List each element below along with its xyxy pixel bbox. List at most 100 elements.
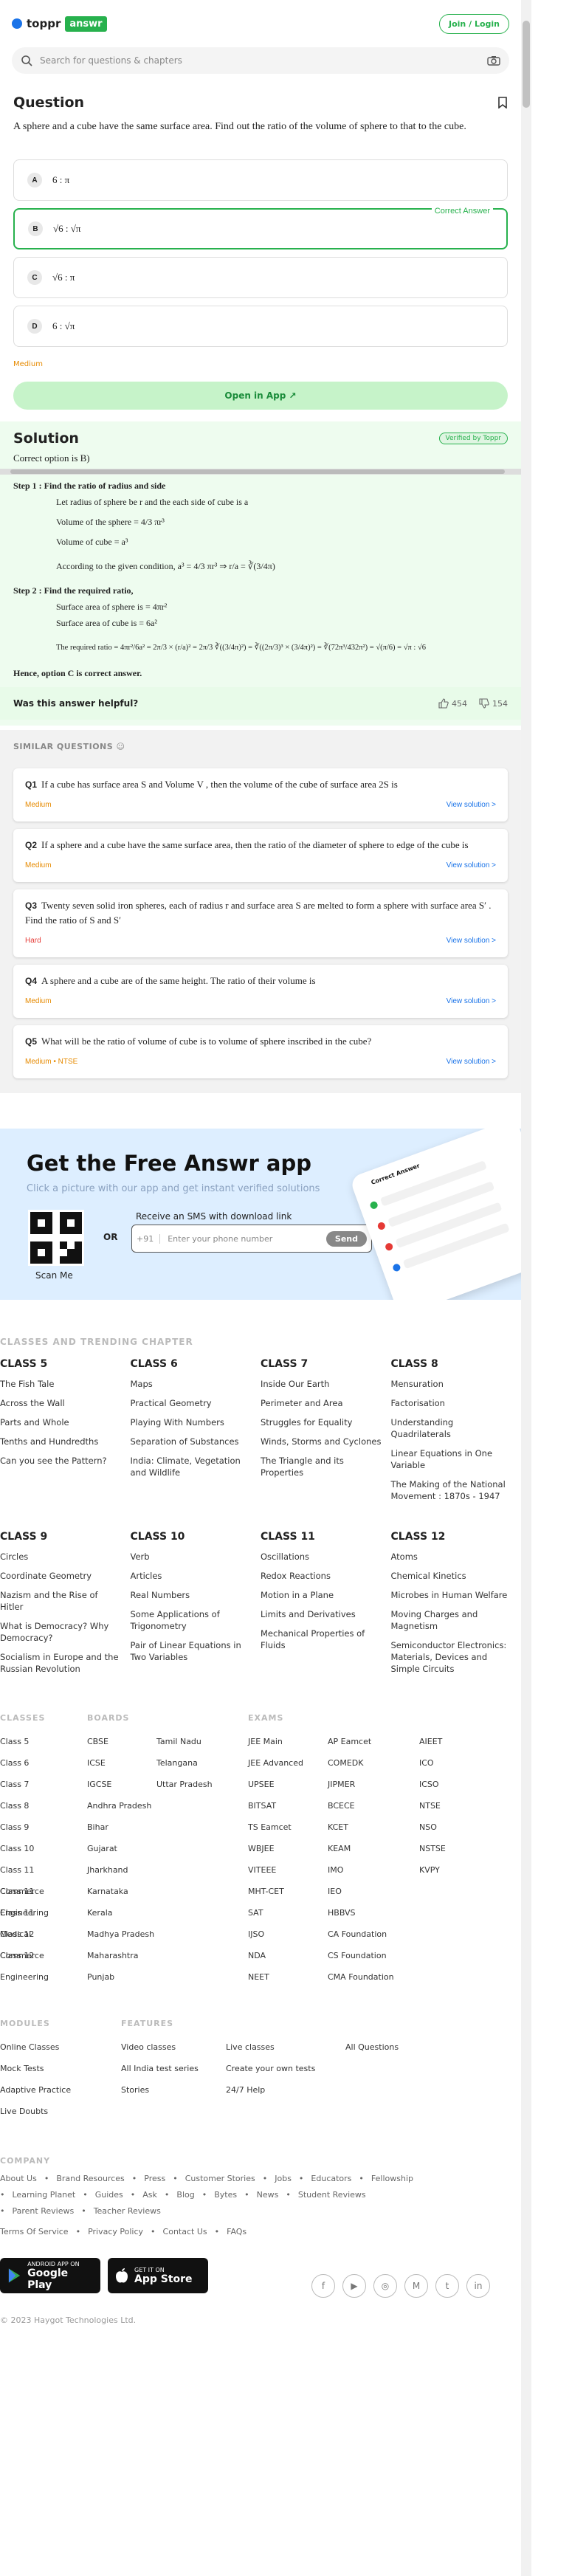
chapter-link[interactable]: Parts and Whole <box>0 1416 122 1428</box>
class-link[interactable]: Class 9 <box>0 1816 43 1838</box>
similar-question-card[interactable]: Q2 If a sphere and a cube have the same s… <box>13 829 508 882</box>
google-play-button[interactable]: ANDROID APP ON Google Play <box>0 2258 100 2293</box>
chapter-link[interactable]: Oscillations <box>261 1551 382 1563</box>
chapter-link[interactable]: Circles <box>0 1551 122 1563</box>
exam-link[interactable]: ICO <box>419 1752 463 1774</box>
chapter-link[interactable]: Real Numbers <box>131 1589 252 1601</box>
exam-link[interactable]: BITSAT <box>248 1795 328 1816</box>
chapter-link[interactable]: Some Applications of Trigonometry <box>131 1608 252 1632</box>
footer-link[interactable]: Teacher Reviews <box>94 2206 161 2227</box>
exam-link[interactable]: NTSE <box>419 1795 463 1816</box>
footer-link[interactable]: Student Reviews <box>298 2190 366 2206</box>
feature-link[interactable]: Create your own tests <box>226 2058 345 2079</box>
feature-link[interactable]: Video classes <box>121 2036 226 2058</box>
chapter-link[interactable]: Across the Wall <box>0 1397 122 1409</box>
exam-link[interactable]: IEO <box>328 1881 419 1902</box>
chapter-link[interactable]: India: Climate, Vegetation and Wildlife <box>131 1455 252 1478</box>
chapter-link[interactable]: Inside Our Earth <box>261 1378 382 1390</box>
dislike-button[interactable]: 154 <box>479 698 508 709</box>
exam-link[interactable]: IJSO <box>248 1924 328 1945</box>
chapter-link[interactable]: Atoms <box>391 1551 513 1563</box>
open-in-app-button[interactable]: Open in App ↗ <box>13 382 508 410</box>
chapter-link[interactable]: Motion in a Plane <box>261 1589 382 1601</box>
chapter-link[interactable]: Chemical Kinetics <box>391 1570 513 1582</box>
exam-link[interactable]: BCECE <box>328 1795 419 1816</box>
chapter-link[interactable]: Factorisation <box>391 1397 513 1409</box>
chapter-link[interactable]: Moving Charges and Magnetism <box>391 1608 513 1632</box>
search-input[interactable]: Search for questions & chapters <box>40 55 480 66</box>
class-link[interactable]: Class 8 <box>0 1795 43 1816</box>
footer-link[interactable]: Educators <box>311 2174 351 2190</box>
horizontal-scrollbar[interactable] <box>0 469 521 475</box>
app-store-button[interactable]: GET IT ON App Store <box>108 2258 208 2293</box>
exam-link[interactable]: VITEEE <box>248 1859 328 1881</box>
footer-link[interactable]: Bytes <box>214 2190 237 2206</box>
exam-link[interactable]: CA Foundation <box>328 1924 419 1945</box>
exam-link[interactable]: AP Eamcet <box>328 1731 419 1752</box>
class-link[interactable]: Class 7 <box>0 1774 43 1795</box>
exam-link[interactable]: WBJEE <box>248 1838 328 1859</box>
send-button[interactable]: Send <box>325 1230 367 1247</box>
chapter-link[interactable]: Linear Equations in One Variable <box>391 1447 513 1471</box>
instagram-icon[interactable]: ◎ <box>373 2274 397 2298</box>
exam-link[interactable]: NSTSE <box>419 1838 463 1859</box>
class-link[interactable]: Class 11 Commerce <box>0 1859 44 1896</box>
view-solution-link[interactable]: View solution > <box>447 798 496 813</box>
exam-link[interactable]: MHT-CET <box>248 1881 328 1902</box>
exam-link[interactable]: IMO <box>328 1859 419 1881</box>
chapter-link[interactable]: Verb <box>131 1551 252 1563</box>
chapter-link[interactable]: The Triangle and its Properties <box>261 1455 382 1478</box>
module-link[interactable]: Live Doubts <box>0 2101 121 2122</box>
chapter-link[interactable]: What is Democracy? Why Democracy? <box>0 1620 122 1644</box>
chapter-link[interactable]: Socialism in Europe and the Russian Revo… <box>0 1651 122 1675</box>
footer-link[interactable]: FAQs <box>227 2227 247 2243</box>
camera-icon[interactable] <box>487 55 500 66</box>
chapter-link[interactable]: The Fish Tale <box>0 1378 122 1390</box>
footer-link[interactable]: Customer Stories <box>185 2174 255 2190</box>
footer-link[interactable]: Learning Planet <box>13 2190 76 2206</box>
phone-input[interactable]: Enter your phone number <box>168 1234 319 1244</box>
search-bar[interactable]: Search for questions & chapters <box>12 47 509 74</box>
exam-link[interactable]: CS Foundation <box>328 1945 419 1966</box>
bookmark-icon[interactable] <box>497 97 508 109</box>
facebook-icon[interactable]: f <box>311 2274 335 2298</box>
vertical-scrollbar[interactable] <box>521 0 531 2576</box>
chapter-link[interactable]: Limits and Derivatives <box>261 1608 382 1620</box>
chapter-link[interactable]: Semiconductor Electronics: Materials, De… <box>391 1639 513 1675</box>
option-b[interactable]: Correct Answer B √6 : √π <box>13 207 508 249</box>
chapter-link[interactable]: Winds, Storms and Cyclones <box>261 1436 382 1447</box>
chapter-link[interactable]: Articles <box>131 1570 252 1582</box>
chapter-link[interactable]: Separation of Substances <box>131 1436 252 1447</box>
class-link[interactable]: Class 5 <box>0 1731 43 1752</box>
exam-link[interactable]: UPSEE <box>248 1774 328 1795</box>
option-a[interactable]: A 6 : π <box>13 159 508 201</box>
similar-question-card[interactable]: Q5 What will be the ratio of volume of cu… <box>13 1025 508 1078</box>
chapter-link[interactable]: Coordinate Geometry <box>0 1570 122 1582</box>
footer-link[interactable]: About Us <box>0 2174 37 2190</box>
exam-link[interactable]: COMEDK <box>328 1752 419 1774</box>
footer-link[interactable]: Ask <box>142 2190 157 2206</box>
chapter-link[interactable]: Understanding Quadrilaterals <box>391 1416 513 1440</box>
exam-link[interactable]: TS Eamcet <box>248 1816 328 1838</box>
exam-link[interactable]: AIEET <box>419 1731 463 1752</box>
chapter-link[interactable]: Struggles for Equality <box>261 1416 382 1428</box>
exam-link[interactable]: NSO <box>419 1816 463 1838</box>
chapter-link[interactable]: Perimeter and Area <box>261 1397 382 1409</box>
chapter-link[interactable]: Pair of Linear Equations in Two Variable… <box>131 1639 252 1663</box>
logo[interactable]: toppr answr <box>12 16 107 32</box>
similar-question-card[interactable]: Q4 A sphere and a cube are of the same he… <box>13 965 508 1018</box>
feature-link[interactable]: All Questions <box>345 2036 434 2058</box>
footer-link[interactable]: Guides <box>95 2190 123 2206</box>
module-link[interactable]: Adaptive Practice <box>0 2079 121 2101</box>
exam-link[interactable]: KEAM <box>328 1838 419 1859</box>
view-solution-link[interactable]: View solution > <box>447 994 496 1009</box>
footer-link[interactable]: Press <box>144 2174 165 2190</box>
login-button[interactable]: Join / Login <box>439 13 509 34</box>
chapter-link[interactable]: Microbes in Human Welfare <box>391 1589 513 1601</box>
feature-link[interactable]: Live classes <box>226 2036 345 2058</box>
youtube-icon[interactable]: ▶ <box>342 2274 366 2298</box>
view-solution-link[interactable]: View solution > <box>447 1055 496 1070</box>
similar-question-card[interactable]: Q1 If a cube has surface area S and Volum… <box>13 768 508 822</box>
country-code[interactable]: +91 <box>137 1233 161 1244</box>
footer-link[interactable]: Fellowship <box>371 2174 413 2190</box>
